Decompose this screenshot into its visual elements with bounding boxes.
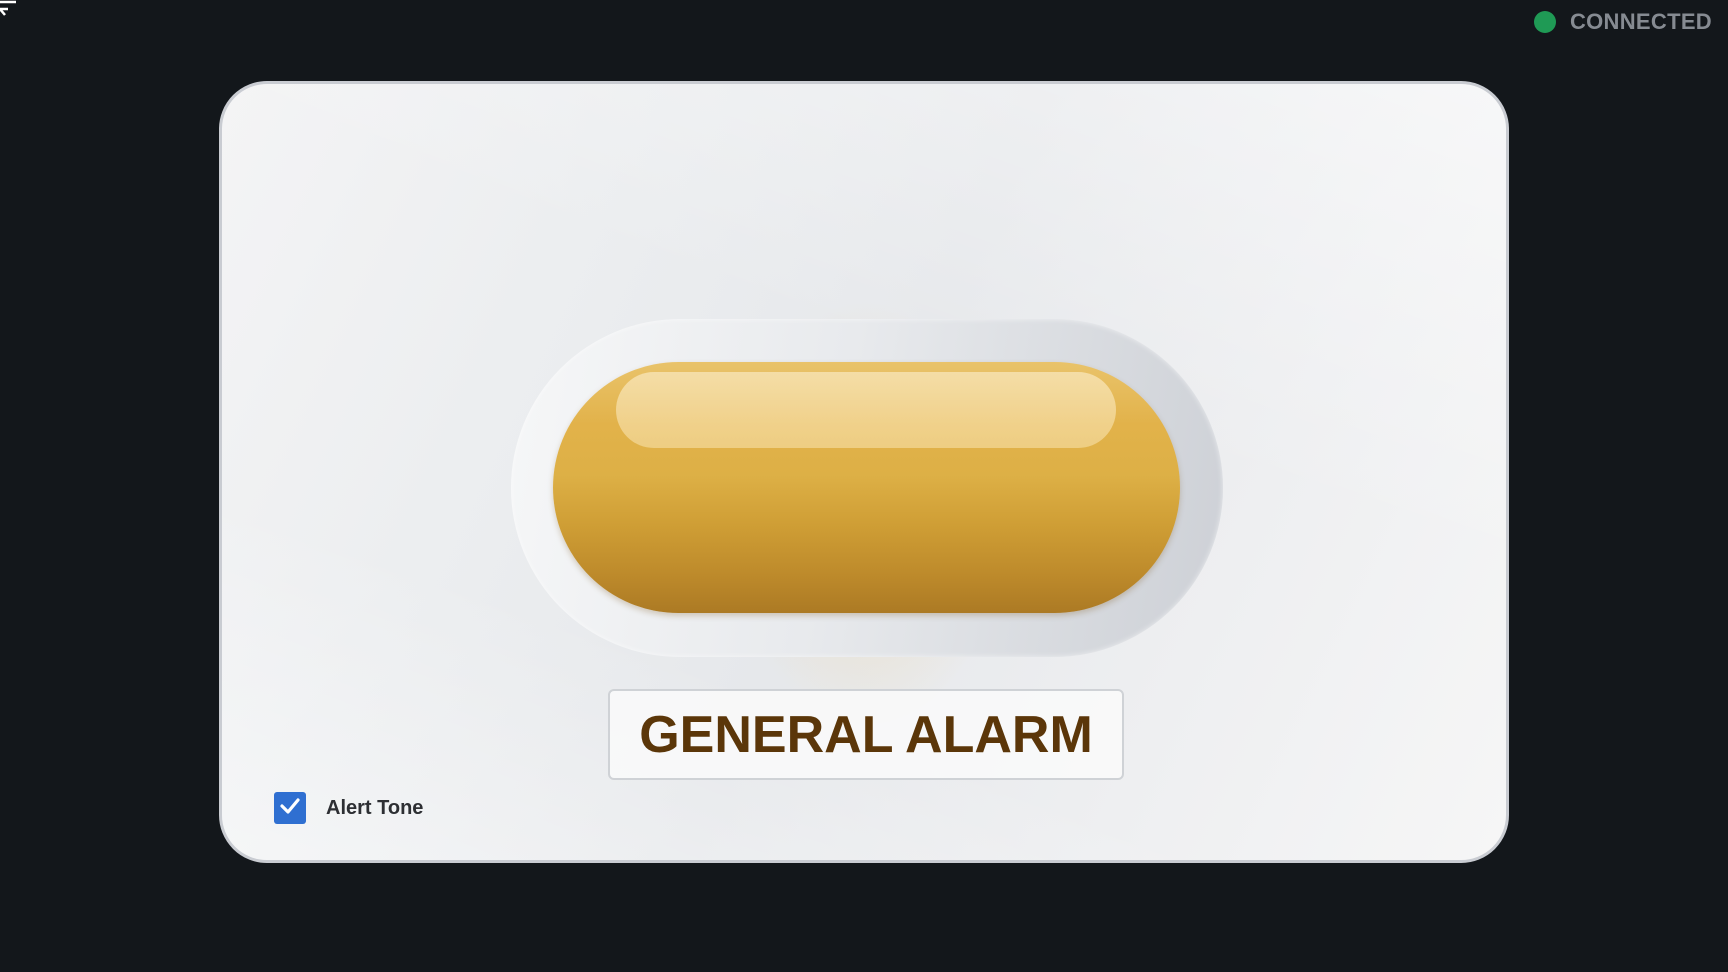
alarm-label: GENERAL ALARM [639, 705, 1093, 764]
connection-status: CONNECTED [1533, 9, 1712, 35]
check-icon [279, 795, 301, 822]
status-dot-icon [1533, 11, 1556, 33]
alarm-button-highlight [616, 372, 1116, 448]
alarm-panel: GENERAL ALARM Alert Tone [219, 81, 1509, 863]
alert-tone-checkbox[interactable] [274, 792, 306, 824]
alert-tone-label: Alert Tone [326, 796, 424, 819]
connection-status-text: CONNECTED [1569, 9, 1712, 34]
alarm-label-box: GENERAL ALARM [608, 689, 1124, 780]
menu-icon[interactable] [0, 0, 20, 20]
alert-tone-option[interactable]: Alert Tone [274, 792, 423, 824]
general-alarm-button[interactable] [553, 362, 1180, 613]
app-screen: CONNECTED GENERAL ALARM Alert Tone [0, 0, 1728, 972]
